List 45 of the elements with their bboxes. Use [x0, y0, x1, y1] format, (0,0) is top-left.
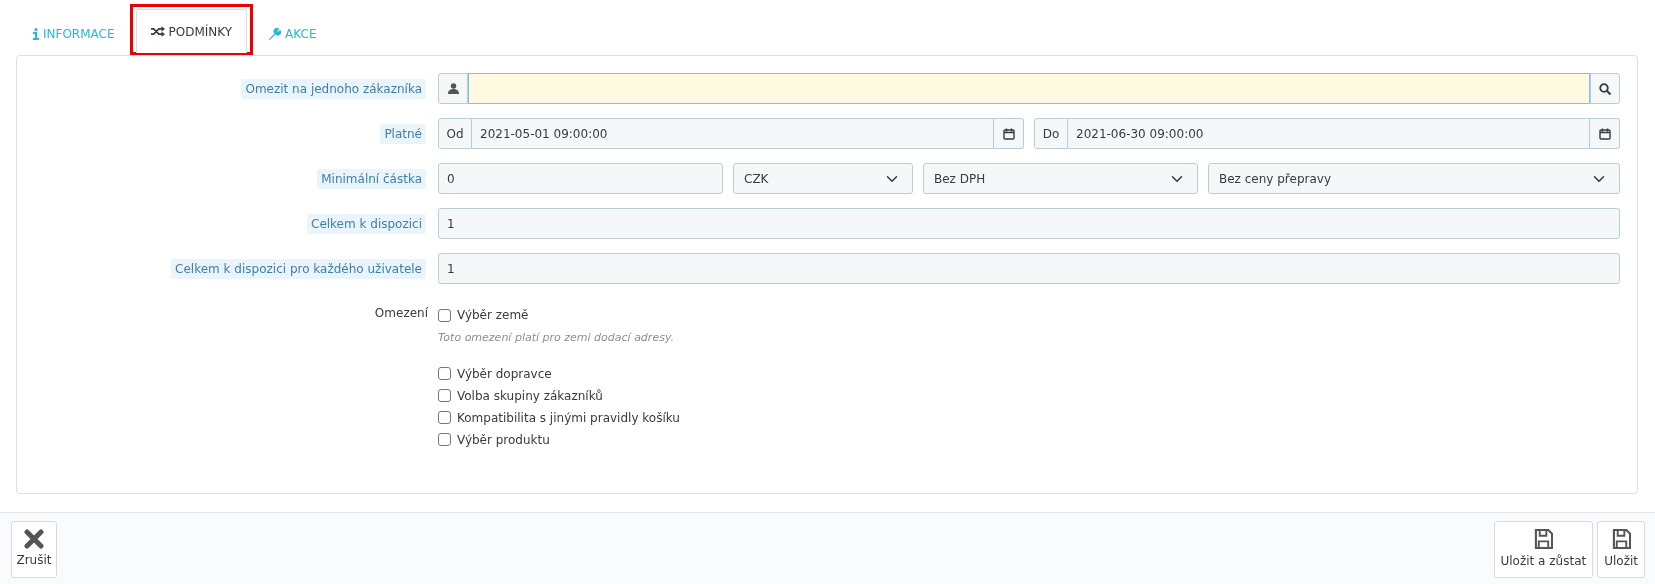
save-button[interactable]: Uložit [1597, 521, 1645, 578]
floppy-icon [1533, 529, 1553, 550]
calendar-icon [1002, 127, 1015, 140]
search-button[interactable] [1590, 73, 1620, 104]
calendar-button[interactable] [1590, 118, 1620, 149]
checkbox[interactable] [438, 411, 451, 424]
user-icon [447, 83, 459, 94]
save-and-stay-button[interactable]: Uložit a zůstat [1493, 521, 1594, 578]
shuffle-icon [150, 26, 165, 37]
date-prefix: Od [438, 118, 472, 149]
checkbox-label: Výběr produktu [457, 431, 550, 449]
amount-field[interactable]: 0 [438, 163, 723, 194]
date-field[interactable]: 2021-05-01 09:00:00 [472, 118, 994, 149]
shipping-select[interactable]: Bez ceny přepravy [1208, 163, 1620, 194]
field-label: Platné [380, 123, 426, 144]
info-icon [33, 28, 39, 40]
date-prefix: Do [1034, 118, 1068, 149]
checkbox-label: Volba skupiny zákazníků [457, 387, 603, 405]
cancel-button[interactable]: Zrušit [11, 521, 57, 578]
checkbox[interactable] [438, 389, 451, 402]
tab[interactable]: PODMÍNKY [135, 9, 248, 53]
checkbox-label: Kompatibilita s jinými pravidly košíku [457, 409, 680, 427]
tax-select[interactable]: Bez DPH [923, 163, 1198, 194]
search-icon [1599, 82, 1611, 95]
currency-select[interactable]: CZK [733, 163, 913, 194]
help-text: Toto omezení platí pro zemi dodací adresy. [438, 330, 676, 346]
calendar-icon [1598, 127, 1611, 140]
per-user-field[interactable]: 1 [438, 253, 1620, 284]
date-field[interactable]: 2021-06-30 09:00:00 [1068, 118, 1590, 149]
checkbox-label: Výběr dopravce [457, 365, 552, 383]
total-available-field[interactable]: 1 [438, 208, 1620, 239]
field-label: Celkem k dispozici pro každého uživatele [171, 258, 426, 279]
checkbox[interactable] [438, 308, 451, 322]
checkbox[interactable] [438, 367, 451, 380]
field-label: Celkem k dispozici [307, 213, 426, 234]
field-label: Omezit na jednoho zákazníka [241, 78, 426, 99]
customer-search-field[interactable] [468, 73, 1590, 104]
checkbox[interactable] [438, 433, 451, 446]
floppy-icon [1611, 529, 1631, 550]
field-label: Minimální částka [317, 168, 426, 189]
close-icon [24, 529, 44, 549]
calendar-button[interactable] [994, 118, 1024, 149]
field-label: Omezení [374, 306, 428, 320]
checkbox-label: Výběr země [457, 307, 529, 324]
wrench-icon [268, 27, 282, 41]
